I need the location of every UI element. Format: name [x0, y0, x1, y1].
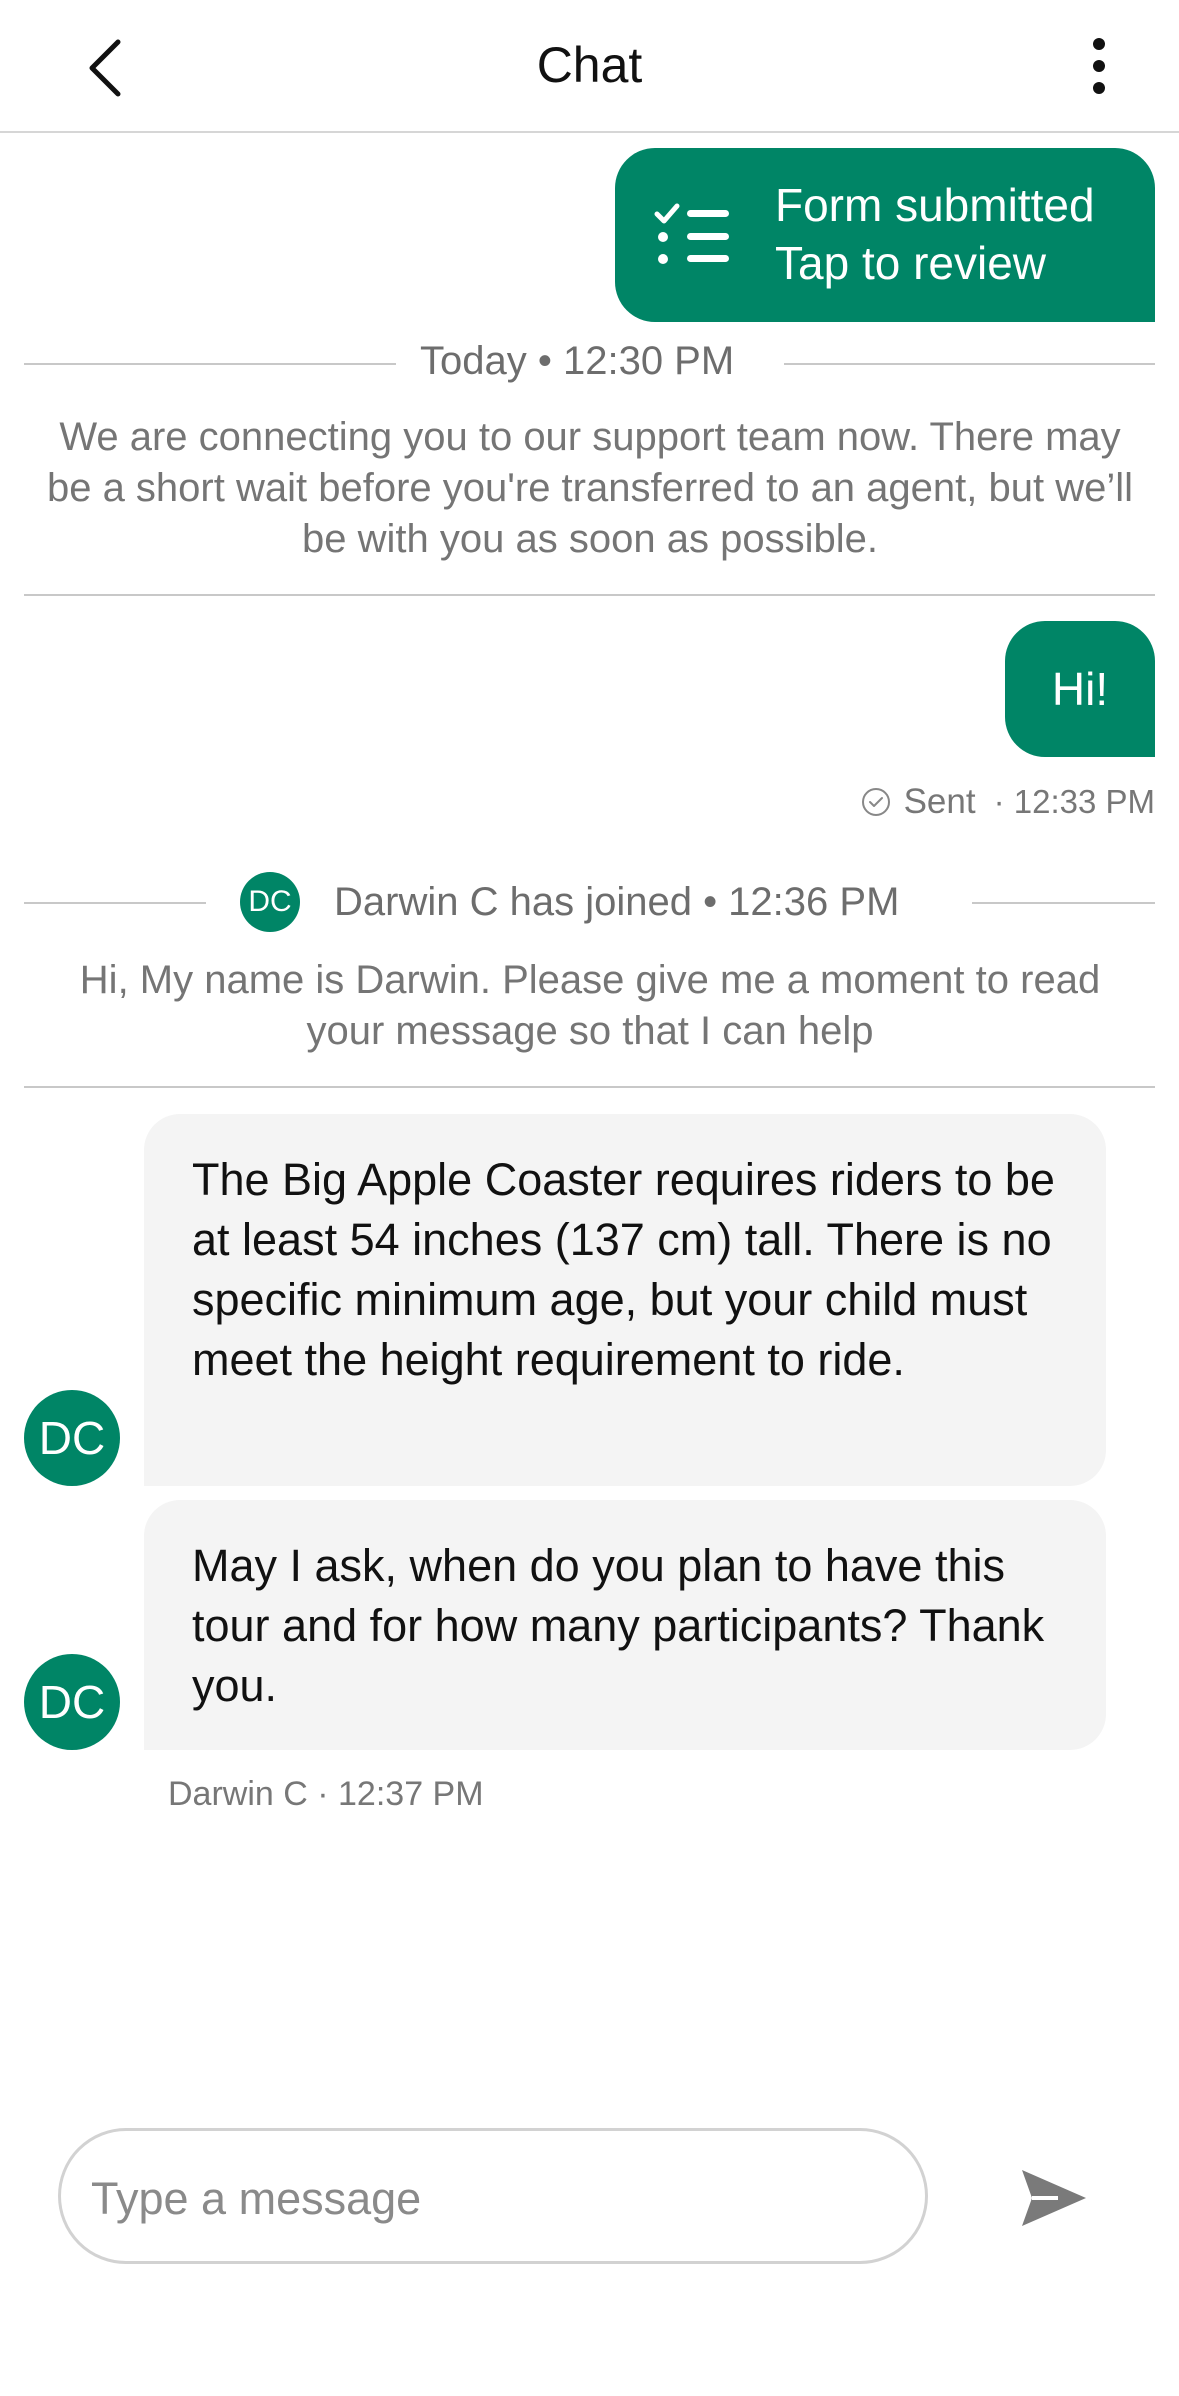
- message-input[interactable]: [91, 2161, 891, 2237]
- divider-rule: [24, 363, 396, 365]
- agent-joined-divider: DC Darwin C has joined • 12:36 PM: [24, 872, 1155, 932]
- status-time: · 12:33 PM: [993, 783, 1155, 820]
- message-text: The Big Apple Coaster requires riders to…: [192, 1154, 1055, 1385]
- divider-rule: [784, 363, 1155, 365]
- message-meta: Darwin C · 12:37 PM: [168, 1775, 484, 1813]
- message-composer[interactable]: [58, 2128, 928, 2264]
- incoming-message: The Big Apple Coaster requires riders to…: [144, 1114, 1106, 1486]
- form-card-title: Form submitted: [775, 179, 1095, 231]
- agent-intro-message: Hi, My name is Darwin. Please give me a …: [79, 958, 1101, 1053]
- incoming-message: May I ask, when do you plan to have this…: [144, 1500, 1106, 1750]
- checklist-icon: [653, 200, 733, 270]
- outgoing-message: Hi!: [1005, 621, 1155, 757]
- agent-joined-label: Darwin C has joined • 12:36 PM: [334, 880, 900, 924]
- connecting-message: We are connecting you to our support tea…: [46, 415, 1134, 561]
- page-title: Chat: [536, 37, 643, 93]
- check-circle-icon: [861, 788, 890, 816]
- divider-rule: [972, 902, 1155, 904]
- status-text: Sent: [903, 782, 976, 821]
- avatar: DC: [24, 1390, 120, 1486]
- section-divider: [24, 1086, 1155, 1088]
- section-divider: [24, 594, 1155, 596]
- avatar: DC: [240, 872, 300, 932]
- more-vertical-icon: [1093, 38, 1105, 94]
- divider-rule: [24, 902, 206, 904]
- form-card-subtitle: Tap to review: [775, 237, 1047, 289]
- form-submitted-card[interactable]: Form submitted Tap to review: [615, 148, 1155, 322]
- more-options-button[interactable]: [1069, 28, 1129, 108]
- message-status: Sent · 12:33 PM: [860, 782, 1155, 822]
- chat-screen: Chat Form submitted Tap to review Today …: [0, 0, 1179, 2396]
- date-divider-label: Today • 12:30 PM: [420, 339, 735, 383]
- header-bar: Chat: [0, 0, 1179, 133]
- send-button[interactable]: [1018, 2162, 1090, 2234]
- message-text: May I ask, when do you plan to have this…: [192, 1540, 1045, 1711]
- avatar: DC: [24, 1654, 120, 1750]
- date-divider: Today • 12:30 PM: [24, 333, 1155, 393]
- send-icon: [1022, 2170, 1086, 2226]
